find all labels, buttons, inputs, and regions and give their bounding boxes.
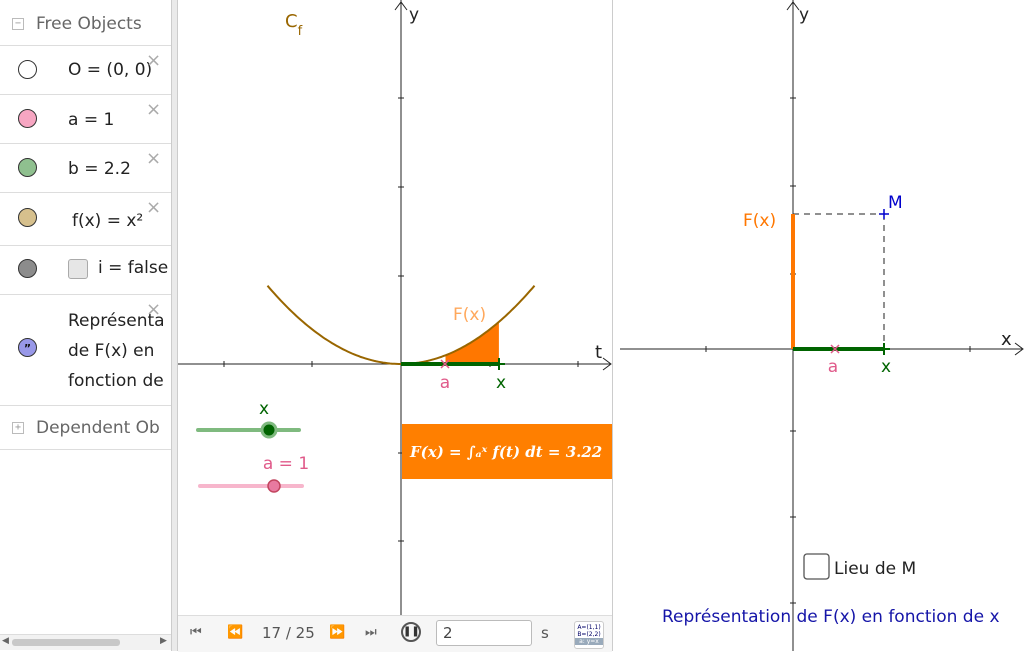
algebra-text-line[interactable]: fonction de bbox=[68, 371, 164, 391]
algebra-view: − Free Objects O = (0, 0) × a = 1 × b = … bbox=[0, 0, 171, 651]
dependent-objects-label: Dependent Ob bbox=[36, 418, 160, 438]
visibility-toggle-f[interactable] bbox=[18, 208, 37, 227]
free-objects-label: Free Objects bbox=[36, 14, 142, 34]
delete-icon[interactable]: × bbox=[146, 197, 161, 218]
free-objects-group[interactable]: − Free Objects bbox=[0, 2, 171, 46]
keyboard-icon[interactable]: A=(1,1) B=(2,2) a: y=x bbox=[574, 621, 604, 649]
point-x-label: x bbox=[496, 373, 506, 393]
speed-input[interactable] bbox=[436, 620, 532, 646]
y-axis-label: y bbox=[799, 5, 809, 25]
delete-icon[interactable]: × bbox=[146, 148, 161, 169]
collapse-icon[interactable]: − bbox=[12, 18, 24, 30]
delete-icon[interactable]: × bbox=[146, 99, 161, 120]
first-frame-icon[interactable]: ⏮ bbox=[190, 625, 202, 640]
point-a-label: a bbox=[828, 357, 838, 377]
algebra-item-text[interactable]: a = 1 bbox=[68, 110, 114, 130]
slider-a-label: a = 1 bbox=[263, 454, 309, 474]
scroll-left-icon[interactable]: ◀ bbox=[2, 636, 9, 646]
slider-x-handle[interactable] bbox=[260, 421, 278, 439]
view-splitter[interactable] bbox=[612, 0, 620, 651]
graphics-view-1[interactable]: y t F(x) Cf a x x a = 1 F(x) = ∫ₐˣ f(t) … bbox=[178, 0, 612, 615]
area-label: F(x) bbox=[453, 305, 486, 325]
algebra-item-i[interactable]: i = false bbox=[0, 245, 171, 294]
algebra-item-text-object[interactable]: ” Représenta de F(x) en fonction de × bbox=[0, 294, 171, 403]
slider-a-handle[interactable] bbox=[267, 479, 281, 493]
frame-counter: 17 / 25 bbox=[262, 624, 315, 642]
algebra-text-line[interactable]: de F(x) en bbox=[68, 341, 154, 361]
algebra-item-a[interactable]: a = 1 × bbox=[0, 94, 171, 143]
checkbox-i[interactable] bbox=[68, 259, 88, 279]
pause-button[interactable]: ❚❚ bbox=[401, 622, 421, 642]
F-label: F(x) bbox=[743, 211, 776, 231]
horizontal-scrollbar[interactable]: ◀ ▶ bbox=[0, 634, 171, 650]
lieu-checkbox[interactable] bbox=[803, 553, 830, 580]
expand-icon[interactable]: + bbox=[12, 422, 24, 434]
delete-icon[interactable]: × bbox=[146, 299, 161, 320]
scrollbar-thumb[interactable] bbox=[12, 639, 120, 646]
point-x[interactable] bbox=[878, 343, 890, 355]
t-axis-label: t bbox=[595, 342, 602, 363]
visibility-toggle-a[interactable] bbox=[18, 109, 37, 128]
point-M-label: M bbox=[888, 193, 903, 213]
divider bbox=[0, 449, 171, 450]
curve-label: Cf bbox=[285, 11, 303, 39]
x-axis-label: x bbox=[1001, 329, 1012, 350]
algebra-item-b[interactable]: b = 2.2 × bbox=[0, 143, 171, 192]
view-splitter[interactable] bbox=[171, 0, 178, 651]
graphics-view-2[interactable]: y x M F(x) a x Lieu de M Représentation … bbox=[620, 0, 1024, 651]
y-axis-label: y bbox=[409, 5, 419, 25]
point-a-label: a bbox=[440, 373, 450, 393]
algebra-item-f[interactable]: f(x) = x² × bbox=[0, 192, 171, 245]
last-frame-icon[interactable]: ⏭ bbox=[365, 625, 377, 640]
delete-icon[interactable]: × bbox=[146, 50, 161, 71]
algebra-item-text[interactable]: O = (0, 0) bbox=[68, 60, 152, 80]
animation-toolbar: ⏮ ⏪ 17 / 25 ⏩ ⏭ ❚❚ s A=(1,1) B=(2,2) a: … bbox=[178, 615, 612, 652]
quote-icon[interactable]: ” bbox=[18, 338, 37, 357]
visibility-toggle-b[interactable] bbox=[18, 158, 37, 177]
formula-text: F(x) = ∫ₐˣ f(t) dt = 3.22 bbox=[409, 443, 602, 461]
caption-text: Représentation de F(x) en fonction de x bbox=[662, 607, 1000, 627]
svg-text:”: ” bbox=[24, 342, 31, 355]
previous-frame-icon[interactable]: ⏪ bbox=[227, 625, 243, 640]
slider-x-label: x bbox=[259, 399, 269, 419]
algebra-item-text[interactable]: b = 2.2 bbox=[68, 159, 131, 179]
dependent-objects-group[interactable]: + Dependent Ob bbox=[0, 405, 171, 450]
point-x-label: x bbox=[881, 357, 891, 377]
lieu-checkbox-label[interactable]: Lieu de M bbox=[834, 559, 916, 579]
scroll-right-icon[interactable]: ▶ bbox=[160, 636, 167, 646]
algebra-item-O[interactable]: O = (0, 0) × bbox=[0, 45, 171, 94]
next-frame-icon[interactable]: ⏩ bbox=[329, 625, 345, 640]
speed-unit: s bbox=[541, 624, 549, 642]
algebra-item-text[interactable]: f(x) = x² bbox=[72, 211, 143, 231]
visibility-toggle-i[interactable] bbox=[18, 259, 37, 278]
visibility-toggle-O[interactable] bbox=[18, 60, 37, 79]
algebra-item-text[interactable]: i = false bbox=[98, 258, 168, 278]
